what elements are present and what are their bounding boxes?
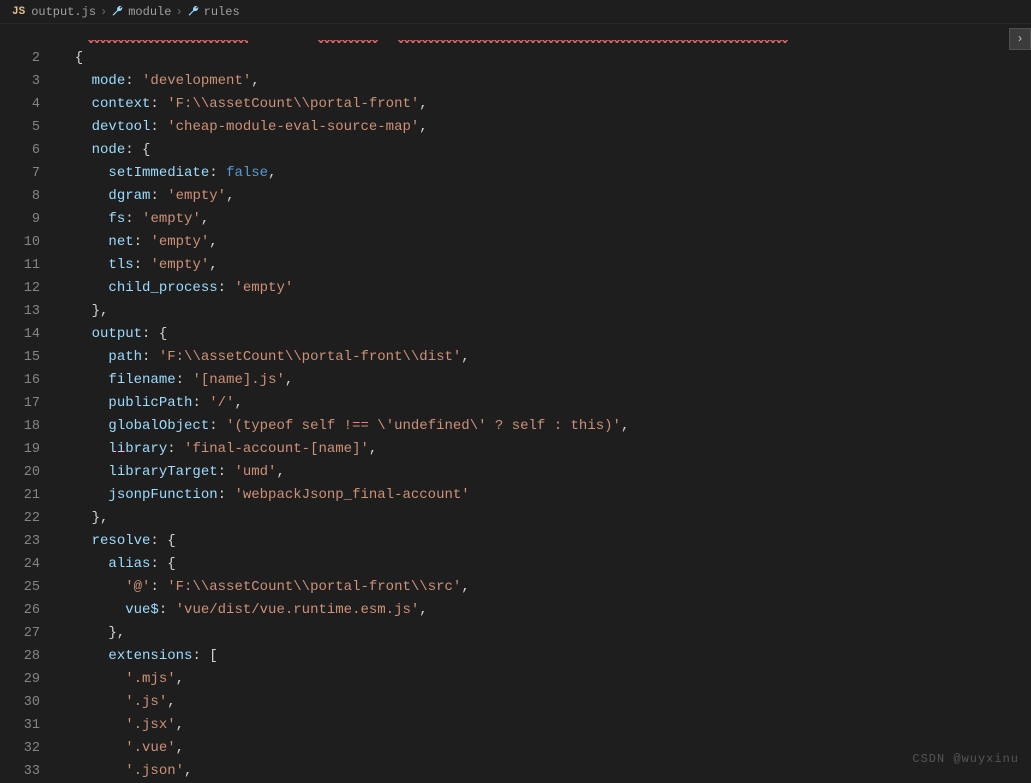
line-number: 15 <box>0 346 40 369</box>
line-number-gutter: 2345678910111213141516171819202122232425… <box>0 24 58 772</box>
code-line: extensions: [ <box>58 645 1031 668</box>
js-file-icon: JS <box>12 6 25 18</box>
line-number: 8 <box>0 185 40 208</box>
line-number: 2 <box>0 47 40 70</box>
code-editor[interactable]: 2345678910111213141516171819202122232425… <box>0 24 1031 772</box>
code-line: '.mjs', <box>58 668 1031 691</box>
breadcrumb-module[interactable]: module <box>128 5 171 19</box>
chevron-right-icon: › <box>175 5 182 19</box>
line-number: 23 <box>0 530 40 553</box>
code-line: globalObject: '(typeof self !== \'undefi… <box>58 415 1031 438</box>
code-line: { <box>58 47 1031 70</box>
chevron-right-icon: › <box>1016 32 1023 46</box>
code-line: alias: { <box>58 553 1031 576</box>
code-line: dgram: 'empty', <box>58 185 1031 208</box>
error-squiggly-row <box>58 24 1031 47</box>
line-number: 12 <box>0 277 40 300</box>
line-number: 14 <box>0 323 40 346</box>
code-line: filename: '[name].js', <box>58 369 1031 392</box>
code-line: child_process: 'empty' <box>58 277 1031 300</box>
overflow-button[interactable]: › <box>1009 28 1031 50</box>
code-line: output: { <box>58 323 1031 346</box>
code-line: '.jsx', <box>58 714 1031 737</box>
line-number: 18 <box>0 415 40 438</box>
code-line: fs: 'empty', <box>58 208 1031 231</box>
line-number: 5 <box>0 116 40 139</box>
breadcrumb: JS output.js › module › rules <box>0 0 1031 24</box>
code-line: resolve: { <box>58 530 1031 553</box>
code-line: }, <box>58 622 1031 645</box>
line-number: 6 <box>0 139 40 162</box>
line-number: 7 <box>0 162 40 185</box>
line-number: 21 <box>0 484 40 507</box>
line-number: 11 <box>0 254 40 277</box>
code-line: '.js', <box>58 691 1031 714</box>
code-line: mode: 'development', <box>58 70 1031 93</box>
line-number: 27 <box>0 622 40 645</box>
code-line: tls: 'empty', <box>58 254 1031 277</box>
line-number: 26 <box>0 599 40 622</box>
code-line: context: 'F:\\assetCount\\portal-front', <box>58 93 1031 116</box>
line-number: 22 <box>0 507 40 530</box>
line-number: 30 <box>0 691 40 714</box>
chevron-right-icon: › <box>100 5 107 19</box>
breadcrumb-file[interactable]: output.js <box>31 5 96 19</box>
code-line: }, <box>58 507 1031 530</box>
code-area[interactable]: { mode: 'development', context: 'F:\\ass… <box>58 24 1031 772</box>
code-line: publicPath: '/', <box>58 392 1031 415</box>
watermark: CSDN @wuyxinu <box>912 752 1019 766</box>
wrench-icon <box>187 5 200 18</box>
line-number: 24 <box>0 553 40 576</box>
line-number: 4 <box>0 93 40 116</box>
line-number: 16 <box>0 369 40 392</box>
line-number: 20 <box>0 461 40 484</box>
wrench-icon <box>111 5 124 18</box>
code-line: '.vue', <box>58 737 1031 760</box>
code-line: '@': 'F:\\assetCount\\portal-front\\src'… <box>58 576 1031 599</box>
line-number: 13 <box>0 300 40 323</box>
code-line: node: { <box>58 139 1031 162</box>
code-line: devtool: 'cheap-module-eval-source-map', <box>58 116 1031 139</box>
line-number: 3 <box>0 70 40 93</box>
code-line: vue$: 'vue/dist/vue.runtime.esm.js', <box>58 599 1031 622</box>
code-line: jsonpFunction: 'webpackJsonp_final-accou… <box>58 484 1031 507</box>
code-line: library: 'final-account-[name]', <box>58 438 1031 461</box>
line-number: 9 <box>0 208 40 231</box>
code-line: }, <box>58 300 1031 323</box>
line-number: 29 <box>0 668 40 691</box>
line-number: 10 <box>0 231 40 254</box>
line-number: 17 <box>0 392 40 415</box>
line-number: 31 <box>0 714 40 737</box>
code-line: path: 'F:\\assetCount\\portal-front\\dis… <box>58 346 1031 369</box>
code-line: setImmediate: false, <box>58 162 1031 185</box>
line-number: 28 <box>0 645 40 668</box>
code-line: net: 'empty', <box>58 231 1031 254</box>
breadcrumb-rules[interactable]: rules <box>204 5 240 19</box>
line-number: 32 <box>0 737 40 760</box>
code-line: libraryTarget: 'umd', <box>58 461 1031 484</box>
line-number: 25 <box>0 576 40 599</box>
line-number: 19 <box>0 438 40 461</box>
